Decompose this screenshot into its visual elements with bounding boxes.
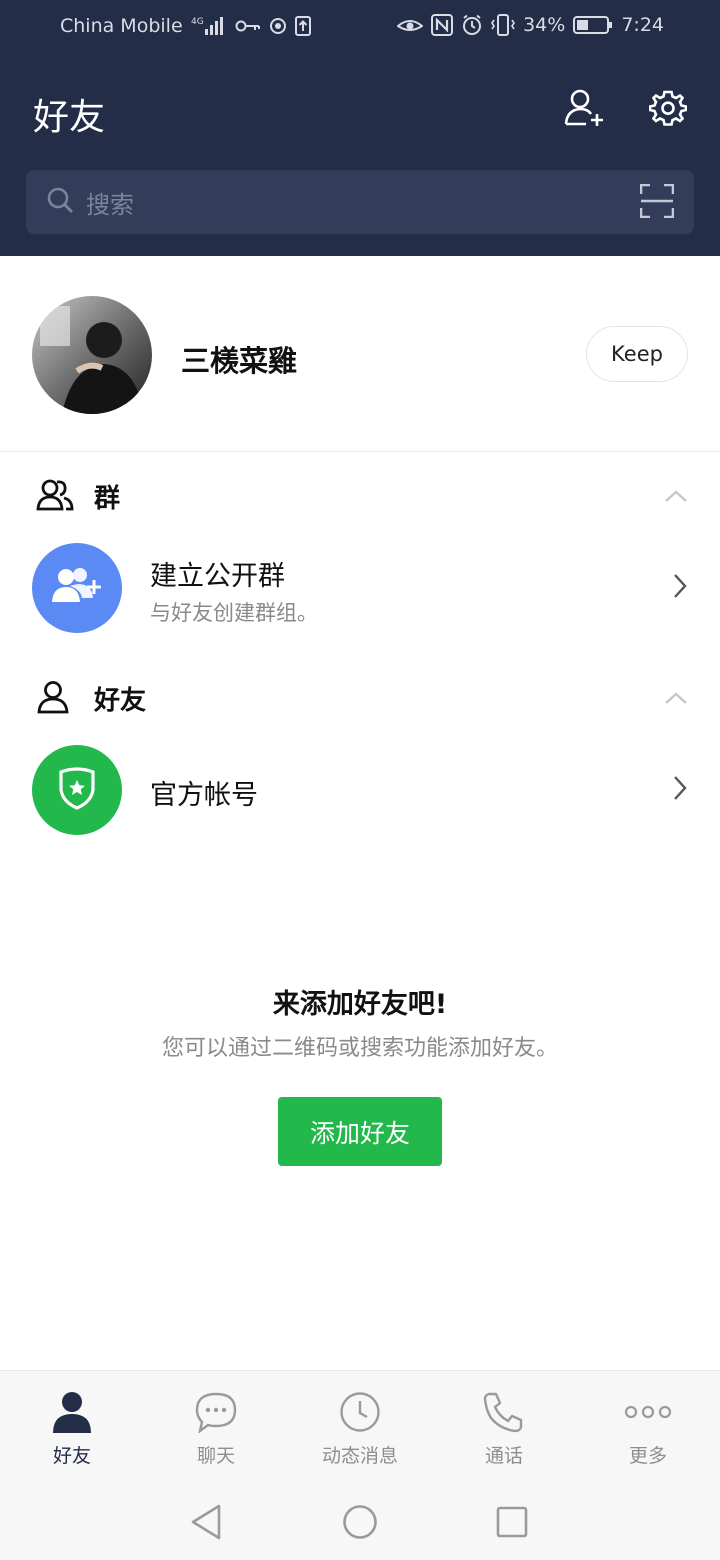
nav-more[interactable]: 更多 xyxy=(576,1371,720,1483)
nav-friends[interactable]: 好友 xyxy=(0,1371,144,1483)
keep-button[interactable]: Keep xyxy=(586,326,688,382)
add-friend-icon xyxy=(564,88,606,132)
page-title: 好友 xyxy=(33,97,106,138)
nav-friends-label: 好友 xyxy=(52,1445,91,1467)
home-icon[interactable] xyxy=(340,1502,380,1542)
person-icon xyxy=(0,1391,144,1433)
search-input[interactable]: 搜索 xyxy=(26,170,694,234)
official-account-avatar xyxy=(32,745,122,835)
eye-icon xyxy=(397,16,424,34)
system-nav-bar xyxy=(0,1482,720,1560)
chevron-up-icon[interactable] xyxy=(664,690,688,709)
official-accounts-row[interactable]: 官方帐号 xyxy=(0,745,720,845)
add-friend-button[interactable] xyxy=(563,88,607,132)
groups-label: 群 xyxy=(94,484,121,514)
empty-state-title: 来添加好友吧! xyxy=(272,989,448,1020)
bottom-nav: 好友 聊天 动态消息 通话 更多 xyxy=(0,1370,720,1482)
upload-icon xyxy=(294,16,311,36)
carrier-label: China Mobile xyxy=(60,15,183,37)
chevron-up-icon[interactable] xyxy=(664,488,688,507)
empty-state-description: 您可以通过二维码或搜索功能添加好友。 xyxy=(161,1036,558,1061)
my-profile[interactable]: 三檨菜雞 Keep xyxy=(0,256,720,452)
person-outline-icon xyxy=(36,680,70,718)
shield-icon xyxy=(57,766,97,814)
nav-more-label: 更多 xyxy=(628,1445,667,1467)
status-bar: China Mobile 4G 34% 7:24 xyxy=(0,0,720,54)
chat-icon xyxy=(144,1391,288,1433)
nfc-icon xyxy=(431,14,454,36)
back-icon[interactable] xyxy=(186,1502,226,1542)
nav-timeline[interactable]: 动态消息 xyxy=(288,1371,432,1483)
nav-timeline-label: 动态消息 xyxy=(321,1445,398,1467)
add-friend-cta-button[interactable]: 添加好友 xyxy=(278,1097,442,1166)
network-label: 4G xyxy=(191,17,204,27)
gear-icon xyxy=(648,89,688,131)
chevron-right-icon xyxy=(672,775,688,805)
avatar[interactable] xyxy=(32,296,152,414)
nav-chat-label: 聊天 xyxy=(196,1445,235,1467)
clock-time: 7:24 xyxy=(621,14,664,36)
search-icon xyxy=(46,186,74,218)
header-bar: 好友 搜索 xyxy=(0,54,720,256)
vibrate-icon xyxy=(491,14,516,36)
battery-icon xyxy=(573,15,613,35)
search-placeholder: 搜索 xyxy=(86,190,134,219)
create-group-title: 建立公开群 xyxy=(150,561,285,592)
official-accounts-title: 官方帐号 xyxy=(150,780,258,811)
friends-label: 好友 xyxy=(94,686,147,716)
phone-icon xyxy=(432,1391,576,1433)
create-group-subtitle: 与好友创建群组。 xyxy=(150,601,318,625)
alarm-icon xyxy=(461,14,483,36)
recents-icon[interactable] xyxy=(492,1502,532,1542)
profile-name: 三檨菜雞 xyxy=(181,344,298,378)
create-group-avatar xyxy=(32,543,122,633)
create-group-row[interactable]: 建立公开群 与好友创建群组。 xyxy=(0,543,720,643)
settings-button[interactable] xyxy=(646,88,690,132)
nav-chat[interactable]: 聊天 xyxy=(144,1371,288,1483)
clock-icon xyxy=(288,1391,432,1433)
signal-icon: 4G xyxy=(191,15,227,37)
qr-scan-icon[interactable] xyxy=(639,183,675,222)
chevron-right-icon xyxy=(672,573,688,603)
key-icon xyxy=(235,19,261,33)
battery-percent: 34% xyxy=(523,14,566,36)
groups-section-header[interactable]: 群 xyxy=(0,466,720,526)
more-icon xyxy=(576,1391,720,1433)
friends-section-header[interactable]: 好友 xyxy=(0,668,720,728)
add-group-icon xyxy=(50,566,104,610)
group-icon xyxy=(36,478,74,516)
sync-icon xyxy=(269,17,287,35)
nav-calls-label: 通话 xyxy=(484,1445,523,1467)
nav-calls[interactable]: 通话 xyxy=(432,1371,576,1483)
